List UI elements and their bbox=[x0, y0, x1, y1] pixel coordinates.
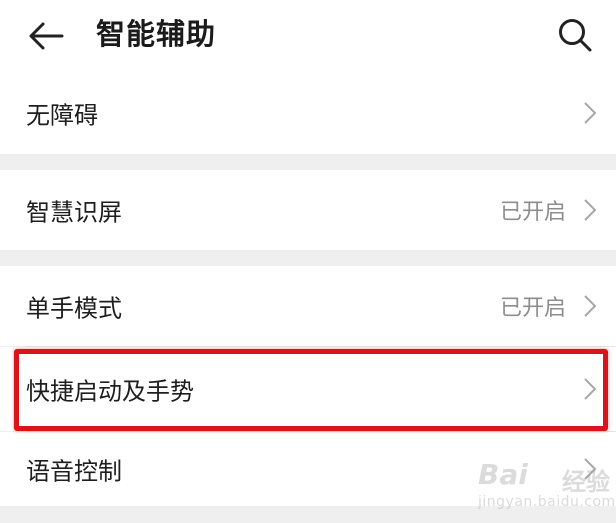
settings-item-label: 智慧识屏 bbox=[26, 198, 122, 227]
settings-item-one-handed-mode[interactable]: 单手模式 已开启 bbox=[0, 266, 616, 346]
settings-item-smart-screen-recognition[interactable]: 智慧识屏 已开启 bbox=[0, 170, 616, 250]
settings-screen: 智能辅助 无障碍 智慧识屏 已开启 单手模式 已开启 快捷启动及手势 语音控制 … bbox=[0, 0, 616, 523]
status-value: 已开启 bbox=[499, 296, 566, 321]
chevron-right-icon bbox=[584, 102, 597, 124]
search-icon bbox=[559, 19, 592, 52]
settings-item-label: 单手模式 bbox=[26, 294, 122, 323]
highlight-box bbox=[14, 349, 608, 431]
chevron-right-icon bbox=[584, 199, 597, 221]
settings-item-accessibility[interactable]: 无障碍 bbox=[0, 72, 616, 154]
settings-item-voice-control[interactable]: 语音控制 bbox=[0, 432, 616, 506]
chevron-right-icon bbox=[584, 458, 597, 480]
page-title: 智能辅助 bbox=[96, 17, 217, 51]
settings-item-label: 语音控制 bbox=[26, 457, 122, 486]
status-value: 已开启 bbox=[499, 200, 566, 225]
app-header: 智能辅助 bbox=[0, 0, 616, 72]
arrow-left-icon bbox=[29, 22, 64, 50]
settings-item-label: 无障碍 bbox=[26, 101, 98, 130]
search-button[interactable] bbox=[554, 14, 596, 56]
back-button[interactable] bbox=[26, 16, 66, 56]
chevron-right-icon bbox=[584, 295, 597, 317]
